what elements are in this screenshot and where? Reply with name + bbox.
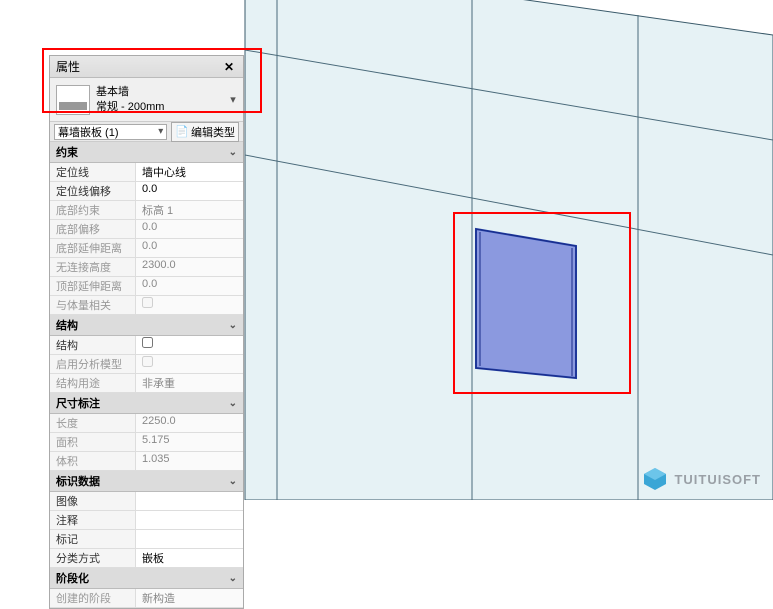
prop-label: 顶部延伸距离 <box>50 277 136 295</box>
prop-label: 底部偏移 <box>50 220 136 238</box>
prop-value <box>136 355 243 373</box>
prop-label: 与体量相关 <box>50 296 136 314</box>
prop-row: 定位线偏移0.0 <box>50 182 243 201</box>
prop-value[interactable]: 墙中心线 <box>136 163 243 181</box>
prop-value[interactable]: 0.0 <box>136 182 243 200</box>
close-icon[interactable]: ✕ <box>221 60 237 74</box>
properties-palette: 属性 ✕ 基本墙 常规 - 200mm ▾ 幕墙嵌板 (1) ▾ 📄 编辑类型 … <box>49 55 244 609</box>
instance-filter-label: 幕墙嵌板 (1) <box>58 124 119 140</box>
prop-row: 注释 <box>50 511 243 530</box>
type-selector-text: 基本墙 常规 - 200mm <box>96 85 227 114</box>
prop-value[interactable]: 嵌板 <box>136 549 243 567</box>
prop-label: 图像 <box>50 492 136 510</box>
edit-type-icon: 📄 <box>175 125 189 138</box>
watermark-logo-icon <box>642 466 668 492</box>
prop-row: 与体量相关 <box>50 296 243 315</box>
edit-type-label: 编辑类型 <box>191 124 235 140</box>
prop-label: 启用分析模型 <box>50 355 136 373</box>
properties-header: 属性 ✕ <box>50 56 243 78</box>
prop-row: 结构用途非承重 <box>50 374 243 393</box>
section-identity[interactable]: 标识数据 ⌄ <box>50 471 243 492</box>
prop-label: 标记 <box>50 530 136 548</box>
prop-label: 底部延伸距离 <box>50 239 136 257</box>
section-title: 结构 <box>56 317 78 333</box>
prop-label: 注释 <box>50 511 136 529</box>
prop-row: 启用分析模型 <box>50 355 243 374</box>
instance-selector-row: 幕墙嵌板 (1) ▾ 📄 编辑类型 <box>50 122 243 142</box>
prop-row: 定位线墙中心线 <box>50 163 243 182</box>
prop-value: 0.0 <box>136 239 243 257</box>
prop-value: 1.035 <box>136 452 243 470</box>
collapse-icon[interactable]: ⌄ <box>229 573 237 584</box>
prop-label: 长度 <box>50 414 136 432</box>
prop-row: 标记 <box>50 530 243 549</box>
section-title: 约束 <box>56 144 78 160</box>
section-title: 尺寸标注 <box>56 395 100 411</box>
prop-label: 结构 <box>50 336 136 354</box>
collapse-icon[interactable]: ⌄ <box>229 320 237 331</box>
prop-value: 2250.0 <box>136 414 243 432</box>
section-title: 阶段化 <box>56 570 89 586</box>
type-thumbnail-icon <box>56 85 90 115</box>
prop-value: 非承重 <box>136 374 243 392</box>
prop-row: 无连接高度2300.0 <box>50 258 243 277</box>
prop-row: 底部偏移0.0 <box>50 220 243 239</box>
prop-row: 创建的阶段新构造 <box>50 589 243 608</box>
prop-value: 2300.0 <box>136 258 243 276</box>
prop-row: 图像 <box>50 492 243 511</box>
prop-value <box>136 296 243 314</box>
prop-row: 结构 <box>50 336 243 355</box>
prop-label: 定位线偏移 <box>50 182 136 200</box>
checkbox <box>142 356 153 367</box>
collapse-icon[interactable]: ⌄ <box>229 398 237 409</box>
type-name-label: 常规 - 200mm <box>96 100 227 114</box>
prop-row: 体积1.035 <box>50 452 243 471</box>
prop-row: 长度2250.0 <box>50 414 243 433</box>
prop-value[interactable] <box>136 336 243 354</box>
type-selector[interactable]: 基本墙 常规 - 200mm ▾ <box>50 78 243 122</box>
prop-label: 无连接高度 <box>50 258 136 276</box>
prop-label: 定位线 <box>50 163 136 181</box>
chevron-down-icon: ▾ <box>158 126 163 137</box>
prop-label: 创建的阶段 <box>50 589 136 607</box>
collapse-icon[interactable]: ⌄ <box>229 147 237 158</box>
prop-row: 底部约束标高 1 <box>50 201 243 220</box>
properties-title: 属性 <box>56 58 80 75</box>
prop-label: 底部约束 <box>50 201 136 219</box>
instance-filter-dropdown[interactable]: 幕墙嵌板 (1) ▾ <box>54 124 167 140</box>
checkbox <box>142 297 153 308</box>
prop-label: 面积 <box>50 433 136 451</box>
watermark: TUITUISOFT <box>642 466 761 492</box>
prop-value[interactable] <box>136 492 243 510</box>
prop-label: 分类方式 <box>50 549 136 567</box>
section-title: 标识数据 <box>56 473 100 489</box>
prop-row: 分类方式嵌板 <box>50 549 243 568</box>
collapse-icon[interactable]: ⌄ <box>229 476 237 487</box>
prop-label: 结构用途 <box>50 374 136 392</box>
type-family-label: 基本墙 <box>96 85 227 99</box>
prop-value: 0.0 <box>136 277 243 295</box>
prop-value: 标高 1 <box>136 201 243 219</box>
watermark-text: TUITUISOFT <box>674 472 761 487</box>
edit-type-button[interactable]: 📄 编辑类型 <box>171 122 239 142</box>
chevron-down-icon[interactable]: ▾ <box>227 93 239 106</box>
prop-row: 顶部延伸距离0.0 <box>50 277 243 296</box>
checkbox[interactable] <box>142 337 153 348</box>
section-constraints[interactable]: 约束 ⌄ <box>50 142 243 163</box>
section-structural[interactable]: 结构 ⌄ <box>50 315 243 336</box>
properties-grid: 约束 ⌄ 定位线墙中心线 定位线偏移0.0 底部约束标高 1 底部偏移0.0 底… <box>50 142 243 608</box>
prop-value: 5.175 <box>136 433 243 451</box>
prop-value: 0.0 <box>136 220 243 238</box>
prop-value: 新构造 <box>136 589 243 607</box>
prop-value[interactable] <box>136 511 243 529</box>
prop-label: 体积 <box>50 452 136 470</box>
section-phasing[interactable]: 阶段化 ⌄ <box>50 568 243 589</box>
prop-row: 面积5.175 <box>50 433 243 452</box>
prop-value[interactable] <box>136 530 243 548</box>
selected-panel <box>476 229 576 378</box>
prop-row: 底部延伸距离0.0 <box>50 239 243 258</box>
section-dimensions[interactable]: 尺寸标注 ⌄ <box>50 393 243 414</box>
